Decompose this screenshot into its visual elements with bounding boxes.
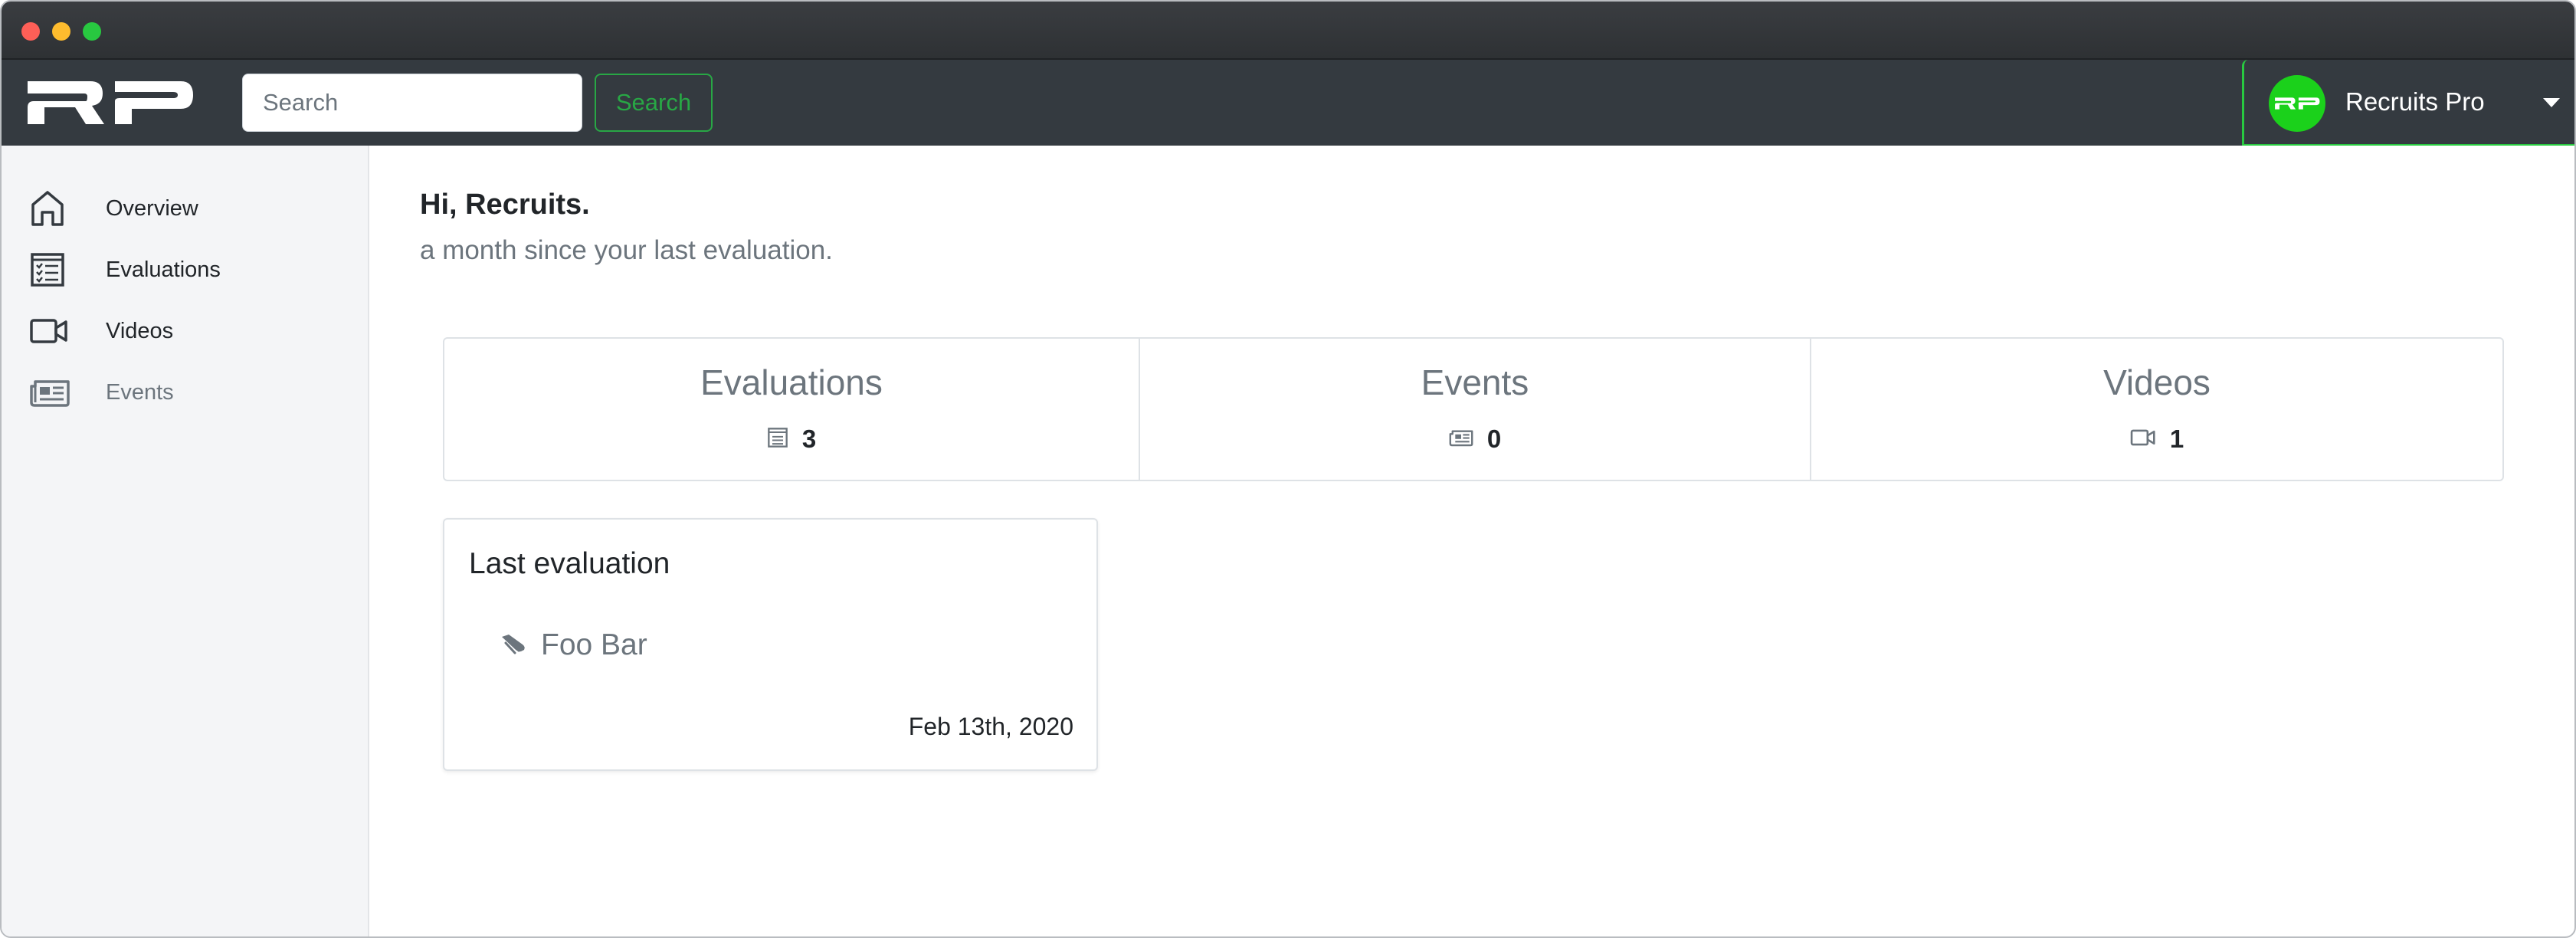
sidebar-item-label: Events <box>106 379 174 405</box>
evaluations-icon <box>29 250 72 290</box>
player-name: Foo Bar <box>541 628 647 661</box>
card-title: Last evaluation <box>469 547 670 580</box>
title-bar <box>2 2 2574 60</box>
stat-count: 0 <box>1486 425 1502 453</box>
avatar <box>2269 75 2325 132</box>
rp-logo[interactable] <box>25 78 195 127</box>
newspaper-icon <box>29 372 72 412</box>
stat-title: Events <box>1421 362 1529 402</box>
maximize-window-button[interactable] <box>83 22 101 41</box>
stat-videos[interactable]: Videos 1 <box>1810 339 2502 480</box>
video-camera-icon <box>29 311 72 351</box>
sidebar-item-events[interactable]: Events <box>29 369 351 415</box>
stat-count: 1 <box>2169 425 2184 453</box>
sidebar-item-videos[interactable]: Videos <box>29 308 351 354</box>
sidebar-item-overview[interactable]: Overview <box>29 185 351 231</box>
app-window: Search Recruits Pro Overview <box>0 0 2576 938</box>
sidebar-item-evaluations[interactable]: Evaluations <box>29 247 351 293</box>
stat-title: Videos <box>2103 362 2211 402</box>
search-input[interactable] <box>242 74 582 132</box>
close-window-button[interactable] <box>21 22 40 41</box>
cleat-icon <box>500 632 527 659</box>
evaluation-date: Feb 13th, 2020 <box>908 713 1073 740</box>
chevron-down-icon <box>2543 98 2560 107</box>
sidebar: Overview Evaluations Videos Events <box>2 146 369 936</box>
search-button[interactable]: Search <box>595 74 713 132</box>
stat-count: 3 <box>801 425 817 453</box>
sidebar-item-label: Videos <box>106 318 174 343</box>
minimize-window-button[interactable] <box>52 22 70 41</box>
last-evaluation-card[interactable]: Last evaluation Foo Bar Feb 13th, 2020 <box>443 518 1098 771</box>
sidebar-item-label: Evaluations <box>106 257 221 282</box>
video-camera-icon <box>2130 428 2156 451</box>
stats-panel: Evaluations 3 Events 0 Videos 1 <box>443 337 2504 481</box>
user-menu-dropdown[interactable]: Recruits Pro <box>2242 60 2574 146</box>
last-evaluation-since: a month since your last evaluation. <box>420 235 833 265</box>
newspaper-icon <box>1449 428 1473 451</box>
user-name: Recruits Pro <box>2345 87 2485 116</box>
greeting-heading: Hi, Recruits. <box>420 189 590 221</box>
evaluations-icon <box>767 427 788 452</box>
avatar-logo-icon <box>2275 97 2320 110</box>
home-icon <box>29 189 72 228</box>
player-link[interactable]: Foo Bar <box>500 628 647 662</box>
sidebar-item-label: Overview <box>106 195 198 221</box>
stat-title: Evaluations <box>700 362 883 402</box>
stat-evaluations[interactable]: Evaluations 3 <box>444 339 1139 480</box>
top-navbar: Search Recruits Pro <box>2 60 2574 146</box>
stat-events[interactable]: Events 0 <box>1139 339 1810 480</box>
